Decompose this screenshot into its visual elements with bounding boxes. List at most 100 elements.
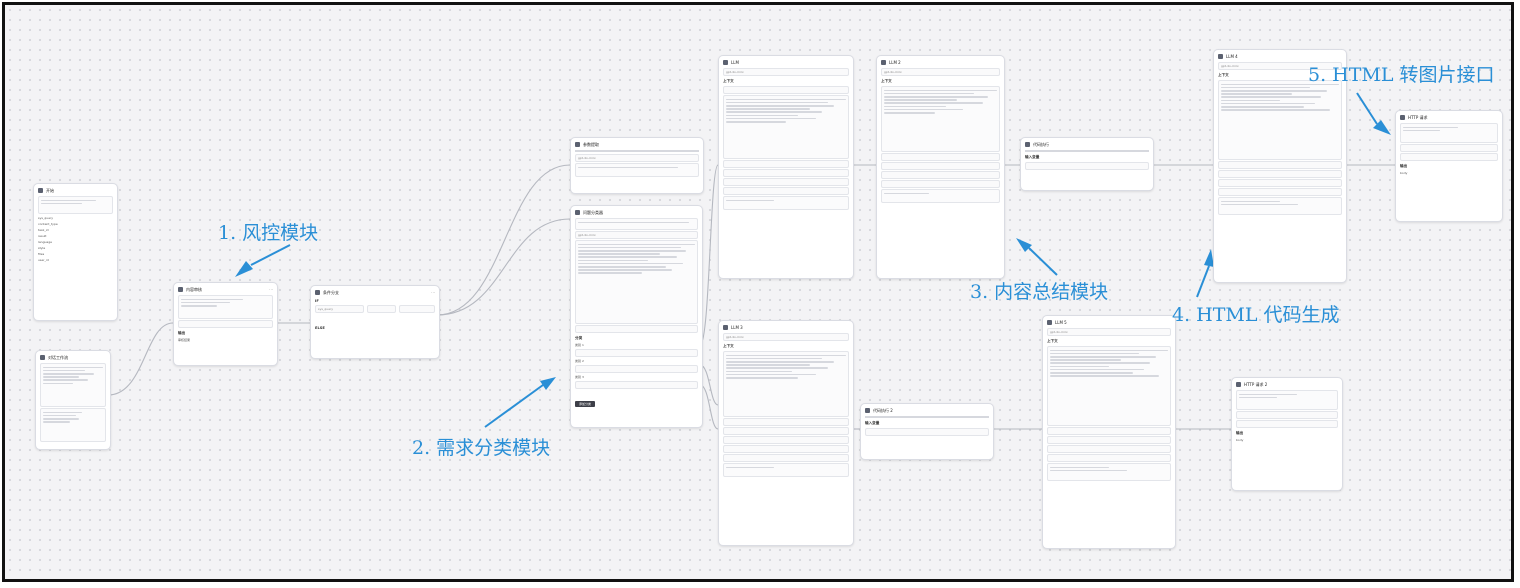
- llm-field[interactable]: [723, 169, 849, 177]
- workflow-canvas[interactable]: 开始 sys_query content_type task_id result…: [2, 2, 1514, 582]
- classifier-prompt[interactable]: [575, 240, 698, 324]
- llm-field[interactable]: [881, 162, 1000, 170]
- llm-field[interactable]: [1047, 427, 1171, 435]
- extract-desc: [571, 149, 703, 153]
- llm-prompt[interactable]: [723, 95, 849, 159]
- node-title: 代码执行: [1033, 141, 1049, 147]
- node-title: 条件分支: [323, 289, 339, 295]
- llm-icon: [1047, 320, 1052, 325]
- http-config: [1400, 123, 1498, 143]
- llm-model[interactable]: gpt-4o-mini: [723, 68, 849, 76]
- code-input[interactable]: [1025, 162, 1149, 170]
- llm-field[interactable]: [881, 153, 1000, 161]
- risk-config: [178, 295, 273, 319]
- node-title: LLM 5: [1055, 320, 1067, 325]
- code-input[interactable]: [865, 428, 989, 436]
- context-var[interactable]: [723, 86, 849, 94]
- class-2[interactable]: 类别 2: [571, 358, 702, 364]
- class-3[interactable]: 类别 3: [571, 374, 702, 380]
- llm-field[interactable]: [723, 427, 849, 435]
- node-title: 对话工作流: [48, 354, 68, 360]
- node-risk[interactable]: 内容审核 ⋯ 输出 审核结果: [173, 282, 278, 366]
- node-start[interactable]: 开始 sys_query content_type task_id result…: [33, 183, 118, 321]
- section-title: 输出: [1400, 164, 1408, 168]
- llm-field[interactable]: [1218, 188, 1342, 196]
- node-classifier[interactable]: 问题分类器 gpt-4o-mini 分类 类别 1 类别 2 类别 3 添加分类: [570, 205, 703, 428]
- class-1-input[interactable]: [575, 349, 698, 357]
- annotation-html-img: 5. HTML 转图片接口: [1308, 64, 1495, 86]
- more-icon[interactable]: ⋯: [431, 290, 435, 295]
- llm-field[interactable]: [723, 436, 849, 444]
- llm-field[interactable]: [881, 171, 1000, 179]
- node-condition[interactable]: 条件分支 ⋯ IF sys_query ELSE: [310, 285, 440, 359]
- llm-model[interactable]: gpt-4o-mini: [1047, 328, 1171, 336]
- class-2-input[interactable]: [575, 365, 698, 373]
- node-http-2[interactable]: HTTP 请求 2 输出 body: [1231, 377, 1343, 491]
- http-body[interactable]: [1400, 153, 1498, 161]
- node-code-1[interactable]: 代码执行 输入变量: [1020, 137, 1154, 191]
- node-http-1[interactable]: HTTP 请求 输出 body: [1395, 110, 1503, 222]
- extract-model[interactable]: gpt-4o-mini: [575, 154, 699, 162]
- llm-field[interactable]: [1047, 436, 1171, 444]
- http-url[interactable]: [1236, 411, 1338, 419]
- add-condition[interactable]: [311, 314, 439, 316]
- llm-prompt[interactable]: [881, 86, 1000, 152]
- llm-output: [881, 189, 1000, 203]
- llm-prompt[interactable]: [1218, 80, 1342, 160]
- classifier-var[interactable]: [575, 325, 698, 333]
- start-icon: [38, 188, 43, 193]
- node-workflow[interactable]: 对话工作流: [35, 350, 111, 450]
- llm-output: [1218, 197, 1342, 215]
- shield-icon: [178, 287, 183, 292]
- llm-prompt[interactable]: [1047, 346, 1171, 426]
- llm-prompt[interactable]: [723, 351, 849, 417]
- llm-field[interactable]: [723, 418, 849, 426]
- arrow-risk: [235, 261, 253, 277]
- node-llm-1[interactable]: LLM gpt-4o-mini 上下文: [718, 55, 854, 279]
- output-row: 审核结果: [178, 338, 191, 342]
- llm-field[interactable]: [1218, 161, 1342, 169]
- condition-operator[interactable]: [366, 305, 397, 313]
- classifier-desc: [575, 218, 698, 230]
- code-icon: [1025, 142, 1030, 147]
- section-title: 分类: [575, 336, 583, 340]
- section-title: 上下文: [723, 79, 734, 83]
- condition-variable[interactable]: sys_query: [315, 305, 364, 313]
- risk-select[interactable]: [178, 320, 273, 328]
- llm-field[interactable]: [723, 454, 849, 462]
- llm-field[interactable]: [1047, 454, 1171, 462]
- else-label: ELSE: [315, 326, 325, 330]
- classifier-model[interactable]: gpt-4o-mini: [575, 231, 698, 239]
- http-body[interactable]: [1236, 420, 1338, 428]
- node-llm-3[interactable]: LLM 3 gpt-4o-mini 上下文: [718, 320, 854, 546]
- http-config: [1236, 390, 1338, 410]
- add-branch[interactable]: [311, 331, 439, 333]
- node-code-2[interactable]: 代码执行 2 输入变量: [860, 403, 994, 460]
- code-icon: [865, 408, 870, 413]
- condition-value[interactable]: [399, 305, 435, 313]
- llm-field[interactable]: [1218, 170, 1342, 178]
- section-title: 上下文: [881, 79, 892, 83]
- llm-field[interactable]: [1218, 179, 1342, 187]
- add-class-button[interactable]: 添加分类: [575, 401, 596, 407]
- node-title: 参数提取: [583, 141, 599, 147]
- llm-field[interactable]: [1047, 445, 1171, 453]
- llm-output: [723, 463, 849, 477]
- llm-model[interactable]: gpt-4o-mini: [723, 333, 849, 341]
- http-url[interactable]: [1400, 144, 1498, 152]
- class-1[interactable]: 类别 1: [571, 342, 702, 348]
- llm-field[interactable]: [881, 180, 1000, 188]
- llm-field[interactable]: [723, 178, 849, 186]
- section-title: 上下文: [1047, 339, 1058, 343]
- node-llm-2[interactable]: LLM 2 gpt-4o-mini 上下文: [876, 55, 1005, 279]
- node-llm-html-2[interactable]: LLM 5 gpt-4o-mini 上下文: [1042, 315, 1176, 549]
- llm-model[interactable]: gpt-4o-mini: [881, 68, 1000, 76]
- llm-field[interactable]: [723, 445, 849, 453]
- llm-field[interactable]: [723, 160, 849, 168]
- more-icon[interactable]: ⋯: [269, 287, 273, 292]
- annotation-html-gen: 4. HTML 代码生成: [1172, 304, 1340, 326]
- node-extract[interactable]: 参数提取 gpt-4o-mini: [570, 137, 704, 194]
- llm-field[interactable]: [723, 187, 849, 195]
- output-row: body: [1400, 171, 1408, 175]
- class-3-input[interactable]: [575, 381, 698, 389]
